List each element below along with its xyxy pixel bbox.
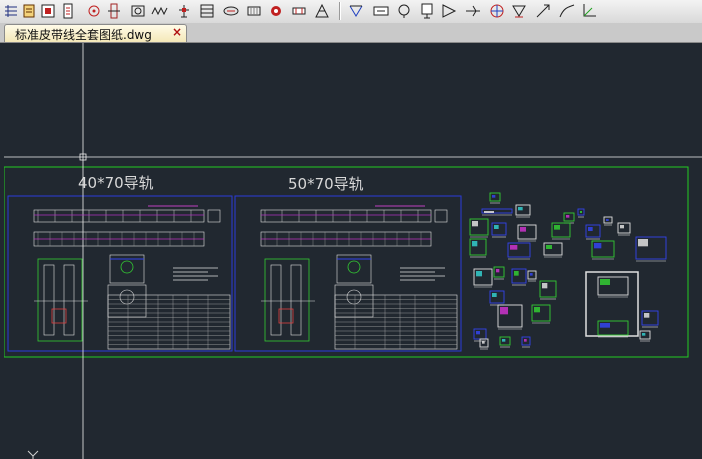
part-detail [484,211,494,213]
toolbar [0,0,702,24]
part-detail [600,323,610,328]
part-detail [594,243,602,249]
part-detail [472,221,478,227]
leader-icon[interactable] [534,2,552,20]
part-detail [476,331,480,335]
part-detail [600,279,610,285]
part-detail [492,293,497,297]
dimension-icon[interactable] [347,2,365,20]
document-tab-bar: 标准皮带线全套图纸.dwg × [0,23,702,43]
leg-section [37,258,83,342]
leg-post [270,264,282,336]
part-detail [492,195,496,198]
part-detail [496,269,500,273]
pulley-icon[interactable] [85,2,103,20]
part-detail [534,307,540,313]
part-detail [638,239,648,247]
conveyor-elevation [33,209,205,223]
detail-box [585,271,639,337]
part-detail [620,225,624,229]
reducer-icon[interactable] [267,2,285,20]
end-view [434,209,448,223]
part-detail [482,341,485,344]
move-icon[interactable] [2,2,20,20]
document-tab-title: 标准皮带线全套图纸.dwg [15,28,152,42]
part-detail [500,307,508,315]
part-detail [542,283,548,289]
drawing-frame-right [234,195,462,352]
arrow-flag-icon[interactable] [440,2,458,20]
pulley-detail [346,289,362,305]
part-detail [642,333,646,336]
drawing-label-50x70: 50*70导轨 [288,175,364,193]
leg-post [63,264,75,336]
leg-post [290,264,302,336]
support-icon[interactable] [175,2,193,20]
part-detail [514,271,519,276]
part-detail [524,339,527,342]
drum-icon[interactable] [222,2,240,20]
roller-section [347,260,361,274]
part-detail [588,227,593,231]
part-detail [472,241,478,247]
ucs-icon [27,450,39,459]
block-number-icon[interactable] [372,2,390,20]
part-detail [502,339,506,342]
drawing-canvas[interactable]: 40*70导轨 50*70导轨 [4,43,702,459]
document-tab[interactable]: 标准皮带线全套图纸.dwg × [4,24,187,42]
image-icon[interactable] [129,2,147,20]
grip-icon[interactable] [20,2,38,20]
curve-icon[interactable] [558,2,576,20]
datum-target-icon[interactable] [488,2,506,20]
toolbar-separator [339,2,341,20]
part-detail [580,211,582,213]
part-detail [476,271,482,277]
conveyor-elevation [260,209,432,223]
part-detail [520,227,526,232]
frame-icon[interactable] [198,2,216,20]
part-detail [606,219,609,221]
coupling-icon[interactable] [290,2,308,20]
surface-finish-icon[interactable] [510,2,528,20]
part-detail [546,245,552,249]
drawing-label-40x70: 40*70导轨 [78,174,154,192]
part-detail [554,225,560,230]
roller-icon[interactable] [105,2,123,20]
part-detail [510,245,518,250]
annotation-icon[interactable] [418,2,436,20]
leg-post [43,264,55,336]
truss-icon[interactable] [313,2,331,20]
clipboard-icon[interactable] [59,2,77,20]
leg-section [264,258,310,342]
weld-symbol-icon[interactable] [464,2,482,20]
part-detail [644,313,650,318]
motor-icon[interactable] [245,2,263,20]
cad-drawing: 40*70导轨 50*70导轨 [4,43,702,459]
axes-icon[interactable] [580,2,598,20]
close-tab-icon[interactable]: × [172,25,182,39]
belt-wave-icon[interactable] [150,2,168,20]
drawing-frame-left [7,195,233,352]
balloon-icon[interactable] [395,2,413,20]
part-detail [518,207,523,211]
part-detail [494,225,499,229]
pulley-detail [119,289,135,305]
drawing-frame-icon[interactable] [39,2,57,20]
part-detail [530,273,533,276]
part-detail [566,215,570,218]
end-view [207,209,221,223]
roller-section [120,260,134,274]
